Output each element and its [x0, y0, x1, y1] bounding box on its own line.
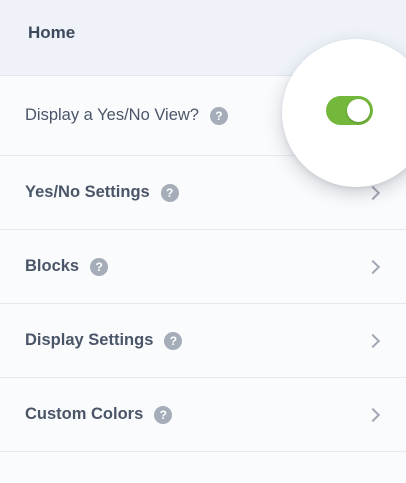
- display-yes-no-view-label: Display a Yes/No View?: [25, 106, 199, 124]
- display-yes-no-view-toggle[interactable]: [326, 96, 373, 125]
- page-title: Home: [28, 22, 76, 42]
- settings-panel: Home Display a Yes/No View? ? Yes/No Set…: [0, 0, 406, 483]
- question-mark-icon[interactable]: ?: [90, 257, 109, 276]
- menu-item-label: Yes/No Settings: [25, 183, 150, 201]
- chevron-right-icon: [365, 333, 381, 348]
- chevron-right-icon: [365, 259, 381, 274]
- question-mark-icon[interactable]: ?: [160, 183, 179, 202]
- menu-item-label: Custom Colors: [25, 405, 144, 423]
- chevron-right-icon: [365, 407, 381, 422]
- question-mark-icon[interactable]: ?: [209, 106, 228, 125]
- question-mark-icon[interactable]: ?: [164, 331, 183, 350]
- menu-item-display-settings[interactable]: Display Settings ?: [0, 304, 406, 378]
- menu-item-blocks[interactable]: Blocks ?: [0, 230, 406, 304]
- menu-item-label: Blocks: [25, 257, 80, 275]
- chevron-right-icon: [365, 185, 381, 200]
- menu-item-custom-colors[interactable]: Custom Colors ?: [0, 378, 406, 452]
- menu-item-label: Display Settings: [25, 331, 154, 349]
- toggle-knob[interactable]: [347, 99, 370, 122]
- question-mark-icon[interactable]: ?: [154, 405, 173, 424]
